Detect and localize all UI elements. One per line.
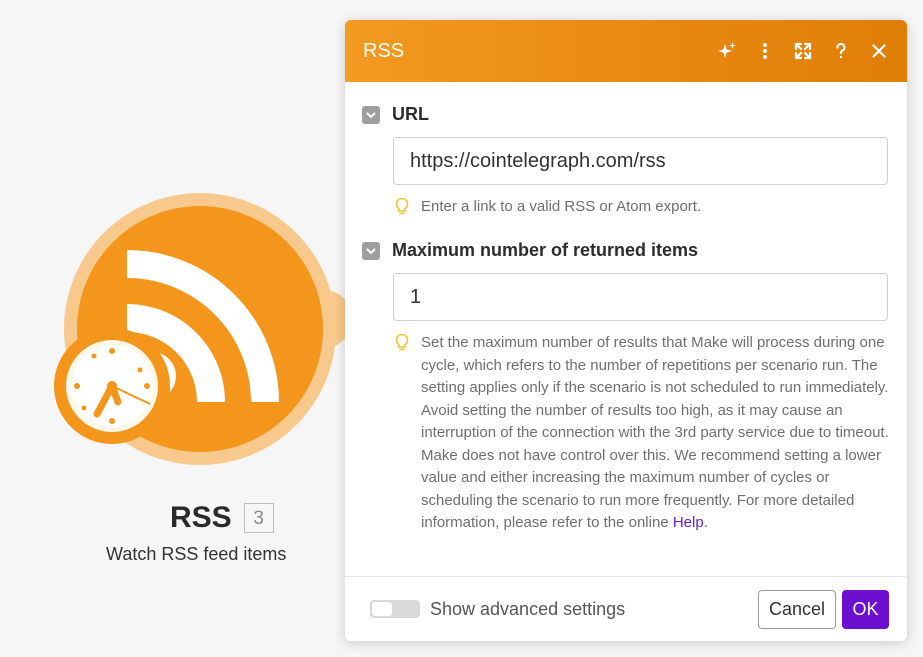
- collapse-url-field-toggle[interactable]: [362, 105, 380, 124]
- max-items-hint-body: Set the maximum number of results that M…: [421, 334, 889, 531]
- advanced-settings-label[interactable]: Show advanced settings: [430, 599, 758, 620]
- dialog-header-actions: [717, 41, 889, 61]
- max-items-field-label-row: Maximum number of returned items: [362, 240, 698, 261]
- cancel-button[interactable]: Cancel: [757, 589, 836, 629]
- url-input[interactable]: [393, 137, 888, 185]
- max-items-input[interactable]: [393, 273, 888, 321]
- schedule-clock-icon[interactable]: [52, 326, 172, 446]
- url-hint-text: Enter a link to a valid RSS or Atom expo…: [421, 198, 702, 215]
- sparkle-icon[interactable]: [717, 41, 737, 61]
- module-title: RSS: [170, 501, 232, 534]
- url-field-label-row: URL: [362, 104, 429, 125]
- collapse-max-items-field-toggle[interactable]: [362, 241, 380, 260]
- scenario-canvas: RSS 3 Watch RSS feed items RSS URL https…: [0, 0, 923, 657]
- advanced-settings-toggle[interactable]: [370, 600, 420, 618]
- lightbulb-icon: [395, 332, 413, 535]
- help-icon[interactable]: [831, 41, 851, 61]
- more-vertical-icon[interactable]: [755, 41, 775, 61]
- dialog-title: RSS: [363, 39, 405, 62]
- chevron-down-icon: [366, 111, 376, 118]
- max-items-hint-end: .: [703, 514, 708, 531]
- help-link[interactable]: Help: [673, 514, 704, 531]
- max-items-field-hint: Set the maximum number of results that M…: [395, 332, 891, 535]
- url-field-hint: Enter a link to a valid RSS or Atom expo…: [395, 196, 891, 224]
- ok-button[interactable]: OK: [842, 589, 889, 629]
- url-field-label: URL: [392, 104, 429, 124]
- max-items-hint-text: Set the maximum number of results that M…: [421, 332, 891, 535]
- toggle-knob: [372, 602, 392, 616]
- rss-module-node[interactable]: [52, 192, 352, 482]
- module-subtitle: Watch RSS feed items: [106, 544, 287, 564]
- close-icon[interactable]: [869, 41, 889, 61]
- expand-icon[interactable]: [793, 41, 813, 61]
- max-items-field-label: Maximum number of returned items: [392, 240, 699, 260]
- module-settings-dialog: RSS URL https://cointelegraph.com/rss En…: [345, 20, 907, 641]
- lightbulb-icon: [395, 196, 413, 224]
- module-index-badge: 3: [243, 503, 274, 533]
- module-title-row: RSS 3: [170, 500, 274, 536]
- dialog-header: RSS: [345, 20, 907, 82]
- dialog-footer: Show advanced settings Cancel OK: [345, 576, 907, 641]
- chevron-down-icon: [366, 247, 376, 254]
